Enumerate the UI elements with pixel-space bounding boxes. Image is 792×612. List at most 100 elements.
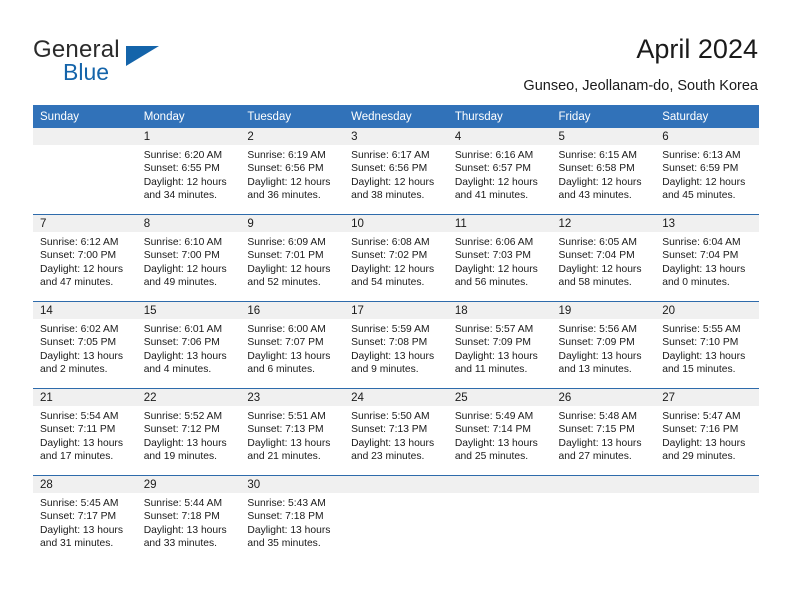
day-number: 10 [344,215,448,232]
calendar-day-cell[interactable]: 6 Sunrise: 6:13 AM Sunset: 6:59 PM Daylight… [655,128,759,215]
sunset-text: Sunset: 7:10 PM [662,337,739,349]
sunrise-text: Sunrise: 6:01 AM [143,324,223,335]
day-details: Sunrise: 5:47 AM Sunset: 7:16 PM Daylight:… [655,406,759,464]
calendar-day-cell[interactable]: 15 Sunrise: 6:01 AM Sunset: 7:06 PM Dayligh… [136,301,241,389]
day-cell-inner [344,476,448,562]
day-cell-inner: 26 Sunrise: 5:48 AM Sunset: 7:15 PM Dayligh… [551,389,656,475]
calendar-empty-cell [344,475,448,562]
daylight-text: Daylight: 13 hours [143,524,227,536]
day-number: 19 [551,302,656,319]
day-cell-inner: 6 Sunrise: 6:13 AM Sunset: 6:59 PM Daylight… [655,128,759,214]
day-cell-inner: 8 Sunrise: 6:10 AM Sunset: 7:00 PM Daylight… [136,215,241,301]
daylight-text-continued: and 25 minutes. [454,451,529,463]
day-number: 26 [551,389,656,406]
sunset-text: Sunset: 7:15 PM [558,424,635,436]
calendar-day-cell[interactable]: 28 Sunrise: 5:45 AM Sunset: 7:17 PM Dayligh… [33,475,137,562]
calendar-day-cell[interactable]: 10 Sunrise: 6:08 AM Sunset: 7:02 PM Dayligh… [344,214,448,302]
day-details: Sunrise: 5:56 AM Sunset: 7:09 PM Daylight:… [552,319,656,377]
sunrise-text: Sunrise: 5:44 AM [143,498,223,509]
sunset-text: Sunset: 7:06 PM [143,337,220,349]
calendar-day-cell[interactable]: 2 Sunrise: 6:19 AM Sunset: 6:56 PM Daylight… [240,128,345,215]
daylight-text: Daylight: 12 hours [454,176,538,188]
day-cell-inner [33,128,137,214]
calendar-day-cell[interactable]: 21 Sunrise: 5:54 AM Sunset: 7:11 PM Dayligh… [33,388,137,476]
calendar-day-cell[interactable]: 11 Sunrise: 6:06 AM Sunset: 7:03 PM Dayligh… [447,214,552,302]
calendar-day-cell[interactable]: 24 Sunrise: 5:50 AM Sunset: 7:13 PM Dayligh… [344,388,448,476]
daylight-text-continued: and 31 minutes. [40,538,114,550]
sunrise-text: Sunrise: 6:16 AM [454,150,534,161]
calendar-day-cell[interactable]: 25 Sunrise: 5:49 AM Sunset: 7:14 PM Dayligh… [447,388,552,476]
weekday-header-thursday: Thursday [447,105,552,128]
day-cell-inner [655,476,759,562]
calendar-day-cell[interactable]: 4 Sunrise: 6:16 AM Sunset: 6:57 PM Daylight… [447,128,552,215]
calendar-day-cell[interactable]: 13 Sunrise: 6:04 AM Sunset: 7:04 PM Dayligh… [655,214,759,302]
calendar-day-cell[interactable]: 29 Sunrise: 5:44 AM Sunset: 7:18 PM Dayligh… [136,475,241,562]
calendar-day-cell[interactable]: 18 Sunrise: 5:57 AM Sunset: 7:09 PM Dayligh… [447,301,552,389]
calendar-day-cell[interactable]: 22 Sunrise: 5:52 AM Sunset: 7:12 PM Dayligh… [136,388,241,476]
day-number: 22 [136,389,241,406]
calendar-day-cell[interactable]: 3 Sunrise: 6:17 AM Sunset: 6:56 PM Daylight… [344,128,448,215]
sunset-text: Sunset: 7:09 PM [454,337,531,349]
day-details [655,493,759,497]
calendar-day-cell[interactable]: 5 Sunrise: 6:15 AM Sunset: 6:58 PM Daylight… [551,128,656,215]
daylight-text: Daylight: 13 hours [40,437,123,449]
calendar-body: 1 Sunrise: 6:20 AM Sunset: 6:55 PM Daylight… [33,128,759,562]
calendar-day-cell[interactable]: 9 Sunrise: 6:09 AM Sunset: 7:01 PM Daylight… [240,214,345,302]
calendar-day-cell[interactable]: 17 Sunrise: 5:59 AM Sunset: 7:08 PM Dayligh… [344,301,448,389]
daylight-text: Daylight: 12 hours [351,263,435,275]
daylight-text-continued: and 9 minutes. [351,364,419,376]
sunset-text: Sunset: 7:01 PM [247,250,324,262]
calendar-day-cell[interactable]: 23 Sunrise: 5:51 AM Sunset: 7:13 PM Dayligh… [240,388,345,476]
calendar-day-cell[interactable]: 14 Sunrise: 6:02 AM Sunset: 7:05 PM Dayligh… [33,301,137,389]
sunset-text: Sunset: 7:04 PM [662,250,739,262]
sunrise-text: Sunrise: 5:59 AM [351,324,430,335]
sunrise-text: Sunrise: 5:56 AM [558,324,637,335]
calendar-day-cell[interactable]: 12 Sunrise: 6:05 AM Sunset: 7:04 PM Dayligh… [551,214,656,302]
day-number: 15 [136,302,241,319]
day-cell-inner: 22 Sunrise: 5:52 AM Sunset: 7:12 PM Dayligh… [136,389,241,475]
sunrise-text: Sunrise: 5:47 AM [662,411,741,422]
daylight-text-continued: and 17 minutes. [40,451,114,463]
sunset-text: Sunset: 7:12 PM [143,424,220,436]
sunrise-text: Sunrise: 5:55 AM [662,324,741,335]
calendar-day-cell[interactable]: 26 Sunrise: 5:48 AM Sunset: 7:15 PM Dayligh… [551,388,656,476]
page-subtitle: Gunseo, Jeollanam-do, South Korea [523,78,758,94]
day-details: Sunrise: 5:52 AM Sunset: 7:12 PM Daylight:… [137,406,241,464]
weekday-header-monday: Monday [136,105,241,128]
day-number: 25 [447,389,552,406]
day-cell-inner: 1 Sunrise: 6:20 AM Sunset: 6:55 PM Daylight… [136,128,241,214]
calendar-day-cell[interactable]: 30 Sunrise: 5:43 AM Sunset: 7:18 PM Dayligh… [240,475,345,562]
weekday-header-wednesday: Wednesday [344,105,448,128]
day-details: Sunrise: 6:10 AM Sunset: 7:00 PM Daylight:… [137,232,241,290]
calendar-page: General Blue April 2024 Gunseo, Jeollana… [0,0,792,612]
logo-triangle-icon [126,46,159,66]
calendar-day-cell[interactable]: 8 Sunrise: 6:10 AM Sunset: 7:00 PM Daylight… [136,214,241,302]
calendar-day-cell[interactable]: 19 Sunrise: 5:56 AM Sunset: 7:09 PM Dayligh… [551,301,656,389]
general-blue-logo: General Blue [33,36,243,86]
daylight-text-continued: and 38 minutes. [351,190,425,202]
calendar-empty-cell [655,475,759,562]
sunrise-text: Sunrise: 6:06 AM [454,237,534,248]
day-details: Sunrise: 5:43 AM Sunset: 7:18 PM Daylight:… [240,493,344,551]
day-number: 28 [33,476,137,493]
calendar-day-cell[interactable]: 20 Sunrise: 5:55 AM Sunset: 7:10 PM Dayligh… [655,301,759,389]
weekday-header-sunday: Sunday [33,105,137,128]
daylight-text-continued: and 41 minutes. [454,190,529,202]
day-details: Sunrise: 5:55 AM Sunset: 7:10 PM Daylight:… [655,319,759,377]
daylight-text-continued: and 56 minutes. [454,277,529,289]
day-details: Sunrise: 5:51 AM Sunset: 7:13 PM Daylight:… [240,406,344,464]
calendar-day-cell[interactable]: 16 Sunrise: 6:00 AM Sunset: 7:07 PM Dayligh… [240,301,345,389]
day-number [655,476,759,493]
calendar-day-cell[interactable]: 7 Sunrise: 6:12 AM Sunset: 7:00 PM Daylight… [33,214,137,302]
daylight-text: Daylight: 13 hours [351,437,435,449]
calendar-header-row: Sunday Monday Tuesday Wednesday Thursday Frid… [33,105,759,128]
daylight-text: Daylight: 13 hours [662,350,746,362]
calendar-day-cell[interactable]: 27 Sunrise: 5:47 AM Sunset: 7:16 PM Dayligh… [655,388,759,476]
day-details: Sunrise: 6:01 AM Sunset: 7:06 PM Daylight:… [137,319,241,377]
day-number: 24 [344,389,448,406]
day-number: 16 [240,302,345,319]
weekday-header-saturday: Saturday [655,105,759,128]
calendar-day-cell[interactable]: 1 Sunrise: 6:20 AM Sunset: 6:55 PM Daylight… [136,128,241,215]
day-cell-inner: 5 Sunrise: 6:15 AM Sunset: 6:58 PM Daylight… [551,128,656,214]
daylight-text: Daylight: 12 hours [558,263,642,275]
